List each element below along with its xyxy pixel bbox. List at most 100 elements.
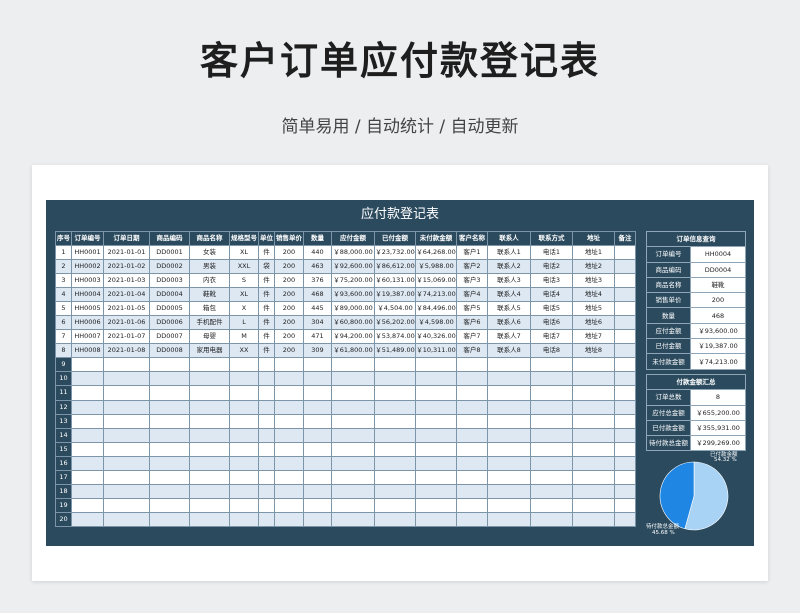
table-cell[interactable] (274, 511, 304, 527)
row-number[interactable]: 20 (55, 511, 72, 527)
table-cell[interactable]: HH0008 (71, 343, 104, 359)
table-cell[interactable]: 地址4 (572, 287, 615, 303)
table-cell[interactable]: DD0003 (149, 273, 190, 289)
table-cell[interactable]: ￥40,326.00 (415, 329, 457, 345)
table-cell[interactable] (303, 455, 332, 471)
table-cell[interactable]: 2021-01-04 (103, 287, 150, 303)
table-cell[interactable]: ￥93,600.00 (331, 287, 375, 303)
table-cell[interactable]: DD0002 (149, 259, 190, 275)
table-cell[interactable]: ￥5,988.00 (415, 259, 457, 275)
table-cell[interactable]: XX (229, 343, 259, 359)
table-cell[interactable] (258, 455, 275, 471)
table-cell[interactable] (487, 371, 531, 387)
panel-value[interactable]: 8 (690, 389, 746, 406)
row-number[interactable]: 11 (55, 385, 72, 401)
table-cell[interactable] (149, 497, 190, 513)
panel-value[interactable]: ￥355,931.00 (690, 419, 746, 437)
table-cell[interactable]: ￥88,000.00 (331, 244, 375, 261)
table-cell[interactable] (487, 399, 531, 415)
table-cell[interactable] (149, 427, 190, 443)
table-cell[interactable] (229, 497, 259, 513)
table-cell[interactable]: DD0004 (149, 287, 190, 303)
table-cell[interactable]: L (229, 315, 259, 331)
table-cell[interactable] (189, 441, 230, 457)
table-cell[interactable] (303, 469, 332, 485)
table-cell[interactable]: HH0002 (71, 259, 104, 275)
table-cell[interactable]: ￥94,200.00 (331, 329, 375, 345)
table-cell[interactable]: 地址2 (572, 259, 615, 275)
panel-value[interactable]: 468 (690, 307, 746, 324)
table-cell[interactable]: HH0005 (71, 301, 104, 317)
table-row[interactable]: 12 (55, 399, 636, 415)
table-cell[interactable] (530, 413, 573, 429)
row-number[interactable]: 12 (55, 399, 72, 415)
table-cell[interactable]: 304 (303, 315, 332, 331)
table-cell[interactable] (530, 497, 573, 513)
table-cell[interactable]: 445 (303, 301, 332, 317)
table-cell[interactable] (614, 427, 636, 443)
table-cell[interactable] (71, 371, 104, 387)
table-cell[interactable] (614, 385, 636, 401)
table-cell[interactable]: ￥15,069.00 (415, 273, 457, 289)
panel-value[interactable]: HH0004 (690, 246, 746, 263)
table-row[interactable]: 4 HH0004 2021-01-04 DD0004 鞋靴 XL 件 200 468 ￥93,60… (55, 287, 636, 303)
table-cell[interactable] (456, 357, 488, 373)
table-cell[interactable]: ￥74,213.00 (415, 287, 457, 303)
table-cell[interactable] (189, 469, 230, 485)
table-cell[interactable] (614, 469, 636, 485)
table-row[interactable]: 6 HH0006 2021-01-06 DD0006 手机配件 L 件 200 304 ￥60,8… (55, 315, 636, 331)
table-cell[interactable] (149, 469, 190, 485)
table-cell[interactable] (614, 315, 636, 331)
table-cell[interactable]: 468 (303, 287, 332, 303)
table-cell[interactable] (189, 483, 230, 499)
table-cell[interactable] (189, 497, 230, 513)
panel-value[interactable]: 200 (690, 292, 746, 309)
table-cell[interactable]: 母婴 (189, 329, 230, 345)
table-cell[interactable] (103, 427, 150, 443)
table-cell[interactable] (374, 385, 416, 401)
table-cell[interactable]: 件 (258, 301, 275, 317)
table-cell[interactable]: 客户2 (456, 259, 488, 275)
table-cell[interactable] (614, 287, 636, 303)
table-cell[interactable]: 联系人1 (487, 244, 531, 261)
table-cell[interactable]: ￥84,496.00 (415, 301, 457, 317)
panel-value[interactable]: ￥74,213.00 (690, 353, 746, 370)
table-cell[interactable]: 男装 (189, 259, 230, 275)
table-row[interactable]: 2 HH0002 2021-01-02 DD0002 男装 XXL 袋 200 463 ￥92,6… (55, 259, 636, 275)
table-row[interactable]: 19 (55, 497, 636, 513)
table-cell[interactable] (614, 259, 636, 275)
table-cell[interactable] (487, 441, 531, 457)
table-cell[interactable] (103, 469, 150, 485)
table-cell[interactable] (614, 483, 636, 499)
table-cell[interactable]: 联系人3 (487, 273, 531, 289)
table-cell[interactable] (487, 357, 531, 373)
table-cell[interactable] (614, 301, 636, 317)
table-cell[interactable]: ￥75,200.00 (331, 273, 375, 289)
table-cell[interactable] (415, 413, 457, 429)
row-number[interactable]: 2 (55, 259, 72, 275)
table-cell[interactable] (614, 273, 636, 289)
table-cell[interactable] (258, 371, 275, 387)
table-cell[interactable]: 客户5 (456, 301, 488, 317)
table-cell[interactable] (415, 399, 457, 415)
table-cell[interactable] (303, 385, 332, 401)
table-cell[interactable]: 电话5 (530, 301, 573, 317)
table-cell[interactable] (331, 413, 375, 429)
table-cell[interactable] (229, 455, 259, 471)
table-cell[interactable] (487, 427, 531, 443)
table-cell[interactable] (103, 413, 150, 429)
table-cell[interactable] (303, 511, 332, 527)
table-cell[interactable] (614, 497, 636, 513)
table-cell[interactable] (71, 483, 104, 499)
table-cell[interactable] (274, 357, 304, 373)
table-cell[interactable] (303, 399, 332, 415)
row-number[interactable]: 18 (55, 483, 72, 499)
table-cell[interactable] (303, 441, 332, 457)
table-cell[interactable] (103, 455, 150, 471)
table-cell[interactable] (229, 427, 259, 443)
table-cell[interactable] (258, 357, 275, 373)
table-cell[interactable] (103, 483, 150, 499)
table-cell[interactable] (331, 455, 375, 471)
table-row[interactable]: 9 (55, 357, 636, 373)
table-cell[interactable] (530, 455, 573, 471)
